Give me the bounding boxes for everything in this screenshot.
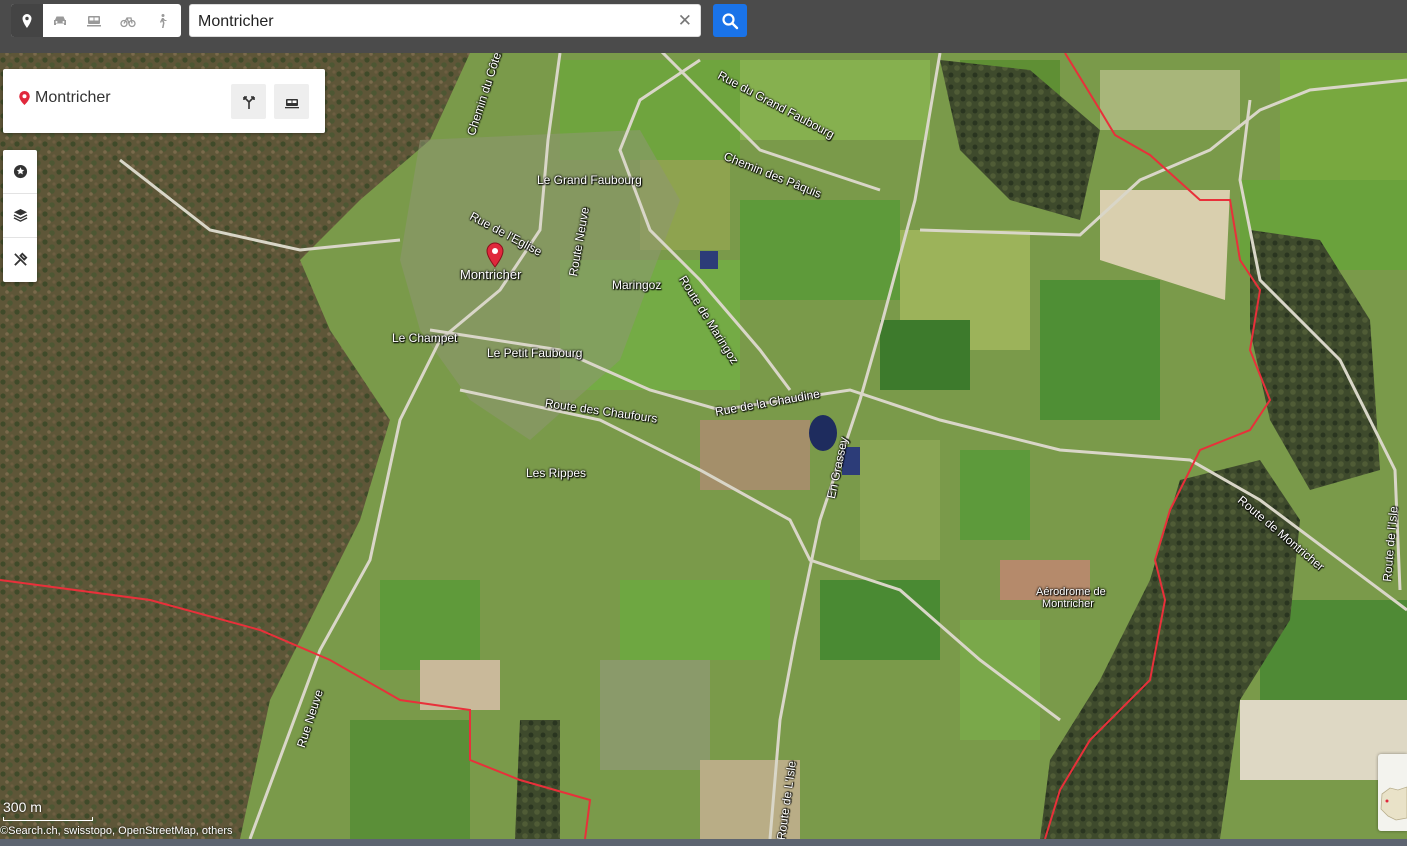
search-input[interactable] — [190, 5, 670, 38]
search-icon — [722, 12, 739, 29]
map-label-aerodrome-line2: Montricher — [1042, 598, 1094, 610]
overview-minimap[interactable] — [1378, 754, 1407, 831]
map-tools — [3, 150, 37, 282]
aerial-imagery — [0, 53, 1407, 839]
walk-mode-button[interactable] — [145, 4, 179, 37]
train-icon — [87, 15, 101, 26]
map-label-aerodrome: Aérodrome de — [1036, 586, 1106, 598]
train-icon — [284, 98, 299, 108]
favorites-button[interactable] — [3, 150, 37, 194]
directions-icon — [242, 95, 255, 109]
directions-button[interactable] — [231, 84, 266, 119]
top-bar: ✕ — [0, 0, 1407, 53]
location-title-text: Montricher — [35, 89, 111, 106]
map-label-maringoz: Maringoz — [612, 278, 662, 292]
switzerland-outline-icon — [1380, 786, 1407, 821]
clear-icon[interactable]: ✕ — [678, 11, 692, 31]
layers-button[interactable] — [3, 194, 37, 238]
tools-icon — [13, 252, 27, 266]
map-label-le-petit-faubourg: Le Petit Faubourg — [487, 346, 583, 360]
car-icon — [54, 16, 66, 25]
tools-button[interactable] — [3, 238, 37, 281]
public-transport-button[interactable] — [274, 84, 309, 119]
map-canvas[interactable]: Chemin du Côtea Rue du Grand Faubourg Ch… — [0, 53, 1407, 839]
scale-label: 300 m — [3, 799, 42, 815]
map-pin-icon — [19, 91, 30, 105]
map-attribution: ©Search.ch, swisstopo, OpenStreetMap, ot… — [0, 825, 233, 837]
transport-mode-selector — [11, 4, 181, 37]
map-label-le-champet: Le Champet — [392, 331, 458, 345]
map-label-les-rippes: Les Rippes — [526, 466, 587, 480]
star-circle-icon — [13, 164, 27, 179]
walk-icon — [160, 13, 167, 28]
map-label-le-grand-faubourg: Le Grand Faubourg — [537, 173, 642, 187]
bike-icon — [120, 16, 136, 27]
bike-mode-button[interactable] — [111, 4, 145, 37]
scale-bar — [3, 817, 93, 821]
location-title: Montricher — [19, 89, 111, 107]
layers-icon — [13, 208, 27, 222]
search-box: ✕ — [189, 4, 701, 38]
bottom-strip — [0, 839, 1407, 846]
location-mode-button[interactable] — [11, 4, 43, 37]
search-button[interactable] — [713, 4, 747, 37]
car-mode-button[interactable] — [43, 4, 77, 37]
location-icon — [22, 13, 32, 28]
train-mode-button[interactable] — [77, 4, 111, 37]
map-label-montricher: Montricher — [460, 267, 522, 282]
location-info-card: Montricher — [3, 69, 325, 133]
